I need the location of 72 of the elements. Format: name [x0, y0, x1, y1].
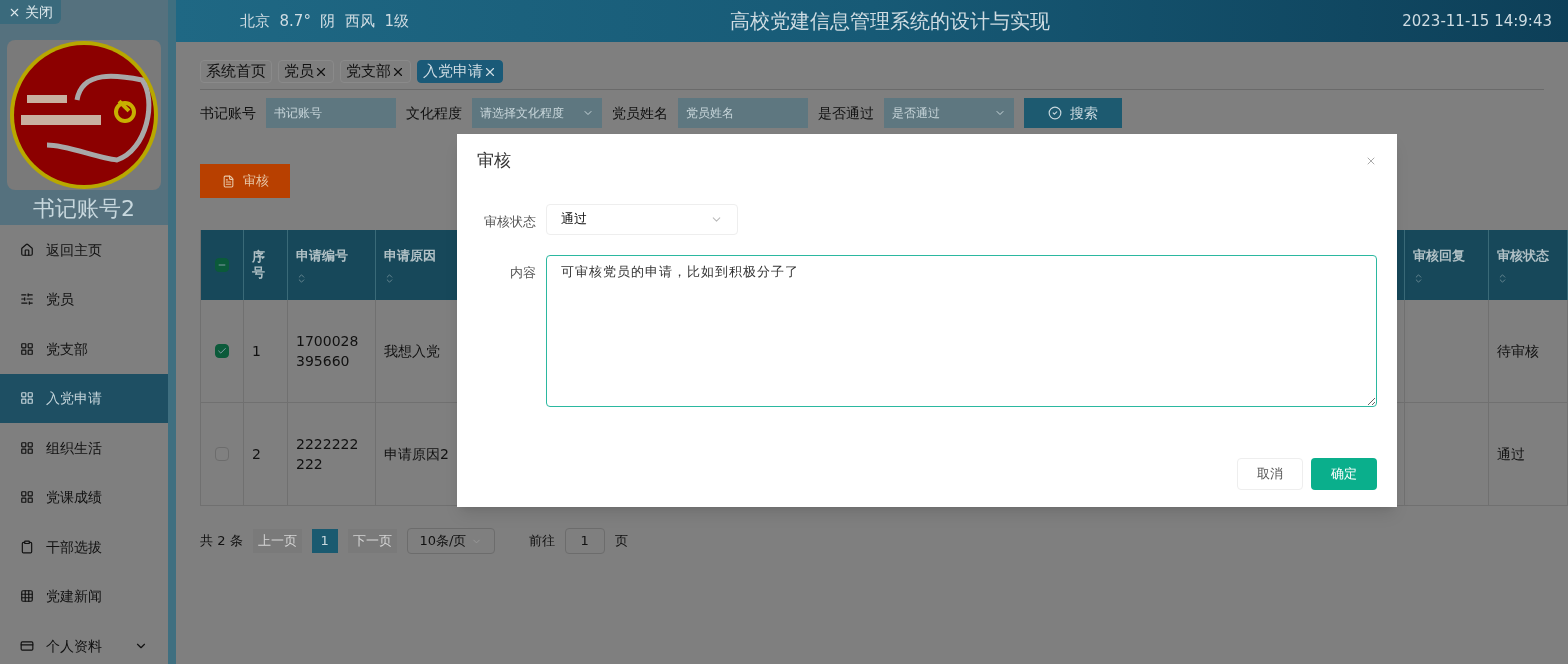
filter-input[interactable]: 党员姓名: [678, 98, 808, 128]
page-size-select[interactable]: 10条/页: [406, 528, 495, 554]
grid-icon: [20, 391, 34, 406]
checkbox[interactable]: [215, 344, 229, 358]
column-header: 申请编号: [296, 246, 349, 265]
goto-page-field[interactable]: 1: [564, 528, 605, 554]
page-tab[interactable]: 系统首页: [200, 60, 272, 83]
filter-label: 党员姓名: [612, 104, 668, 123]
home-icon: [20, 242, 34, 257]
weather-text: 北京 8.7° 阴 西风 1级: [240, 10, 411, 32]
page-tab[interactable]: 党支部: [340, 60, 411, 83]
grid-icon: [20, 341, 34, 356]
column-header: 审核状态: [1497, 246, 1550, 265]
check-circle-icon: [1048, 106, 1062, 120]
total-count: 共 2 条: [200, 532, 243, 551]
sort-icon[interactable]: [1497, 273, 1508, 285]
table-cell-text: 1: [252, 342, 261, 361]
menu-item[interactable]: 党支部: [0, 324, 168, 374]
search-button[interactable]: 搜索: [1024, 98, 1122, 128]
table-cell-text: 我想入党: [384, 342, 440, 361]
page-tab[interactable]: 入党申请: [417, 60, 503, 83]
sort-icon[interactable]: [1413, 273, 1424, 285]
dialog-title: 审核: [477, 149, 511, 172]
checkbox[interactable]: [215, 258, 229, 272]
card-icon: [20, 638, 34, 653]
table-cell-text: 1700028395660: [296, 332, 360, 371]
menu-item[interactable]: 个人资料: [0, 621, 168, 664]
date-time: 2023-11-15 14:9:43: [1402, 10, 1552, 32]
clipboard-icon: [20, 539, 34, 554]
grid-icon: [20, 490, 34, 505]
user-name: 书记账号2: [33, 195, 135, 223]
page-suffix: 页: [614, 532, 628, 551]
column-header: 序号: [252, 248, 265, 282]
menu-item[interactable]: 干部选拔: [0, 522, 168, 572]
goto-label: 前往: [528, 532, 555, 551]
table-cell-text: 申请原因2: [384, 445, 449, 464]
table-cell-text: 2: [252, 445, 261, 464]
cancel-button[interactable]: 取消: [1237, 458, 1303, 490]
filter-input[interactable]: 书记账号: [266, 98, 396, 128]
filter-label: 书记账号: [200, 104, 256, 123]
table-cell-text: 待审核: [1497, 342, 1539, 361]
field-label: 内容: [508, 263, 536, 282]
column-header: 申请原因: [384, 246, 437, 265]
confirm-button[interactable]: 确定: [1311, 458, 1377, 490]
sort-icon[interactable]: [384, 273, 395, 285]
filter-select[interactable]: 请选择文化程度: [472, 98, 602, 128]
menu-item[interactable]: 入党申请: [0, 373, 168, 423]
page-tab[interactable]: 党员: [278, 60, 334, 83]
document-icon: [221, 174, 235, 188]
menu-item[interactable]: 组织生活: [0, 423, 168, 473]
grid-icon: [20, 589, 34, 604]
filter-label: 文化程度: [406, 104, 462, 123]
status-select[interactable]: 通过: [546, 203, 738, 235]
system-title: 高校党建信息管理系统的设计与实现: [730, 8, 1051, 35]
menu-item[interactable]: 党课成绩: [0, 472, 168, 522]
content-textarea[interactable]: 可审核党员的申请，比如到积极分子了: [545, 254, 1377, 407]
page-number[interactable]: 1: [311, 529, 338, 553]
menu-item[interactable]: 党建新闻: [0, 571, 168, 621]
sliders-icon: [20, 292, 34, 307]
check-icon: [217, 346, 227, 356]
table-cell-text: 2222222222: [296, 435, 360, 474]
filter-label: 是否通过: [818, 104, 874, 123]
column-header: 审核回复: [1413, 246, 1466, 265]
close-button[interactable]: 关闭: [0, 0, 61, 24]
menu-item[interactable]: 返回主页: [0, 225, 168, 275]
sort-icon[interactable]: [296, 273, 307, 285]
audit-button[interactable]: 审核: [200, 164, 290, 198]
menu-item[interactable]: 党员: [0, 274, 168, 324]
grid-icon: [20, 440, 34, 455]
field-label: 审核状态: [483, 212, 536, 231]
filter-select[interactable]: 是否通过: [884, 98, 1014, 128]
table-cell-text: 通过: [1497, 445, 1525, 464]
